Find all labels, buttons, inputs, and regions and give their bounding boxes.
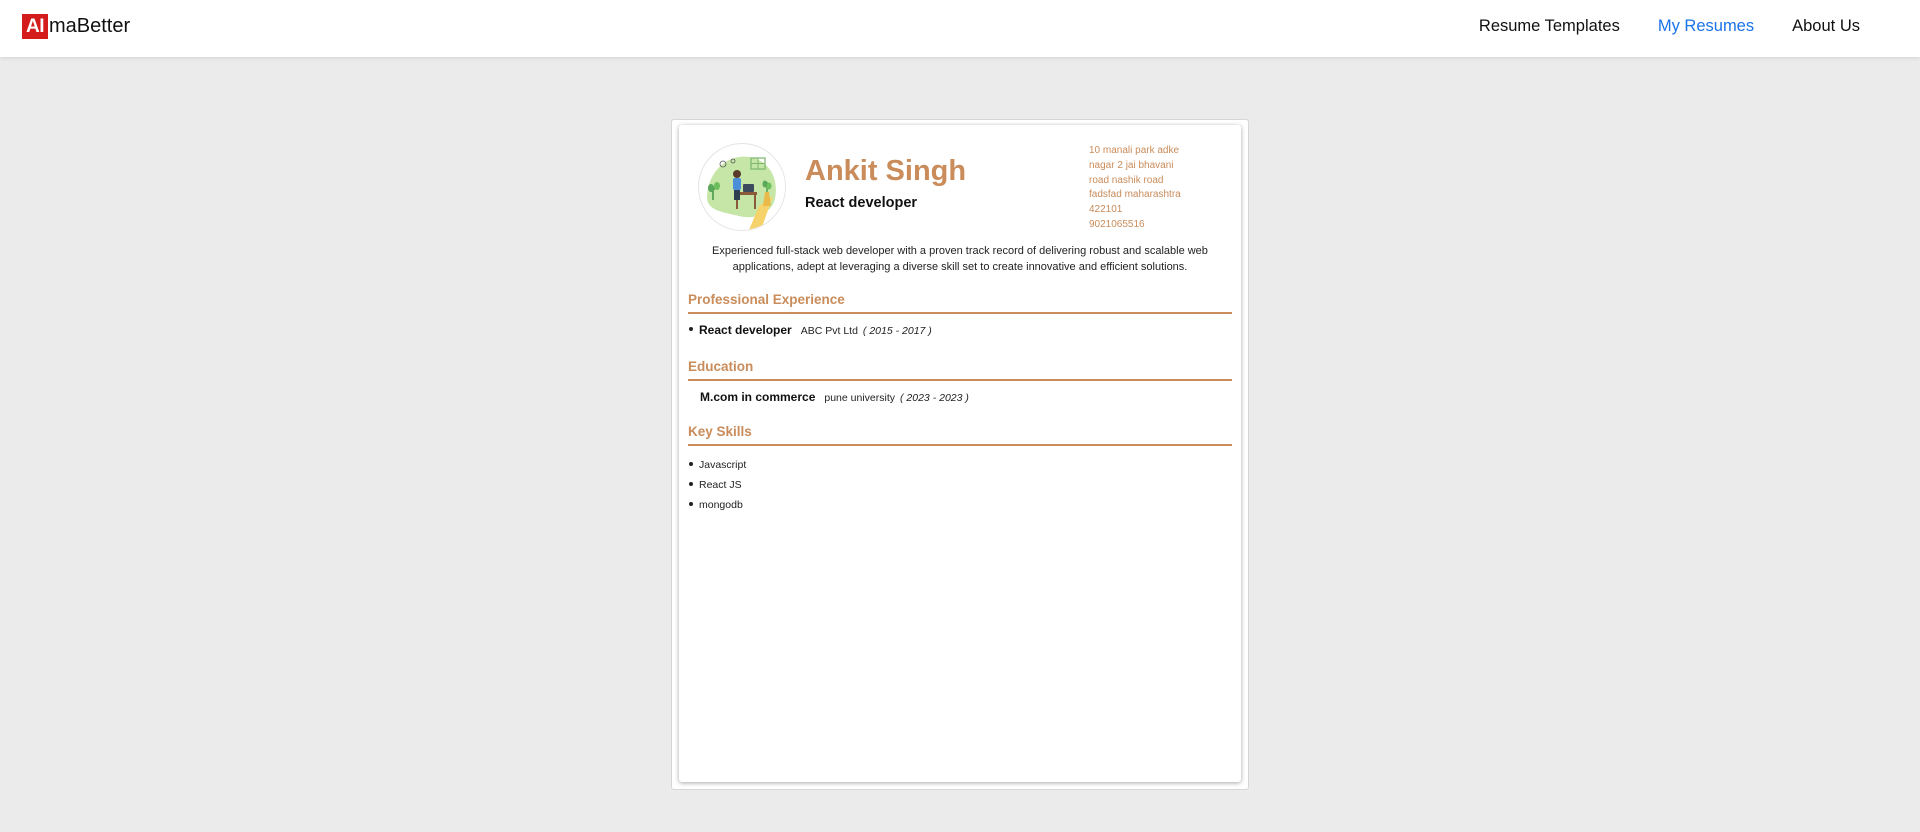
skill-label: Javascript (699, 459, 747, 471)
education-heading: Education (688, 359, 1232, 381)
education-degree: M.com in commerce (700, 390, 816, 404)
nav-my-resumes[interactable]: My Resumes (1658, 17, 1754, 36)
education-dates: ( 2023 - 2023 ) (900, 392, 969, 404)
skills-list: Javascript React JS mongodb (688, 455, 1232, 515)
list-item: React JS (688, 475, 1232, 495)
bullet-icon (689, 482, 693, 486)
skill-label: mongodb (699, 499, 743, 511)
developer-illustration-icon (700, 145, 785, 230)
profile-avatar (698, 143, 786, 231)
experience-company: ABC Pvt Ltd (800, 325, 858, 337)
experience-dates: ( 2015 - 2017 ) (862, 325, 932, 337)
experience-item: React developer ABC Pvt Ltd ( 2015 - 201… (688, 323, 1232, 337)
resume-page: Ankit Singh React developer 10 manali pa… (679, 125, 1241, 782)
skills-section: Key Skills Javascript React JS mongodb (688, 424, 1232, 515)
education-institute: pune university (824, 392, 895, 404)
logo-mark: AI (22, 14, 48, 39)
logo-text: maBetter (49, 15, 131, 37)
almabetter-logo[interactable]: AI maBetter (22, 14, 130, 39)
list-item: mongodb (688, 495, 1232, 515)
top-navbar: AI maBetter Resume Templates My Resumes … (0, 0, 1920, 57)
education-item: M.com in commerce pune university ( 2023… (700, 390, 1232, 404)
nav-links: Resume Templates My Resumes About Us (1479, 17, 1860, 36)
list-item: Javascript (688, 455, 1232, 475)
experience-role: React developer (699, 323, 792, 337)
skills-heading: Key Skills (688, 424, 1232, 446)
education-section: Education M.com in commerce pune univers… (688, 359, 1232, 404)
nav-resume-templates[interactable]: Resume Templates (1479, 17, 1620, 36)
experience-heading: Professional Experience (688, 292, 1232, 314)
skill-label: React JS (699, 479, 742, 491)
bullet-icon (689, 327, 693, 331)
candidate-title: React developer (805, 195, 918, 211)
bullet-icon (689, 502, 693, 506)
bullet-icon (689, 462, 693, 466)
contact-address: 10 manali park adke nagar 2 jai bhavani … (1089, 145, 1181, 230)
profile-summary: Experienced full-stack web developer wit… (712, 245, 1208, 273)
nav-about-us[interactable]: About Us (1792, 17, 1860, 36)
candidate-name: Ankit Singh (805, 155, 967, 187)
experience-section: Professional Experience React developer … (688, 292, 1232, 337)
